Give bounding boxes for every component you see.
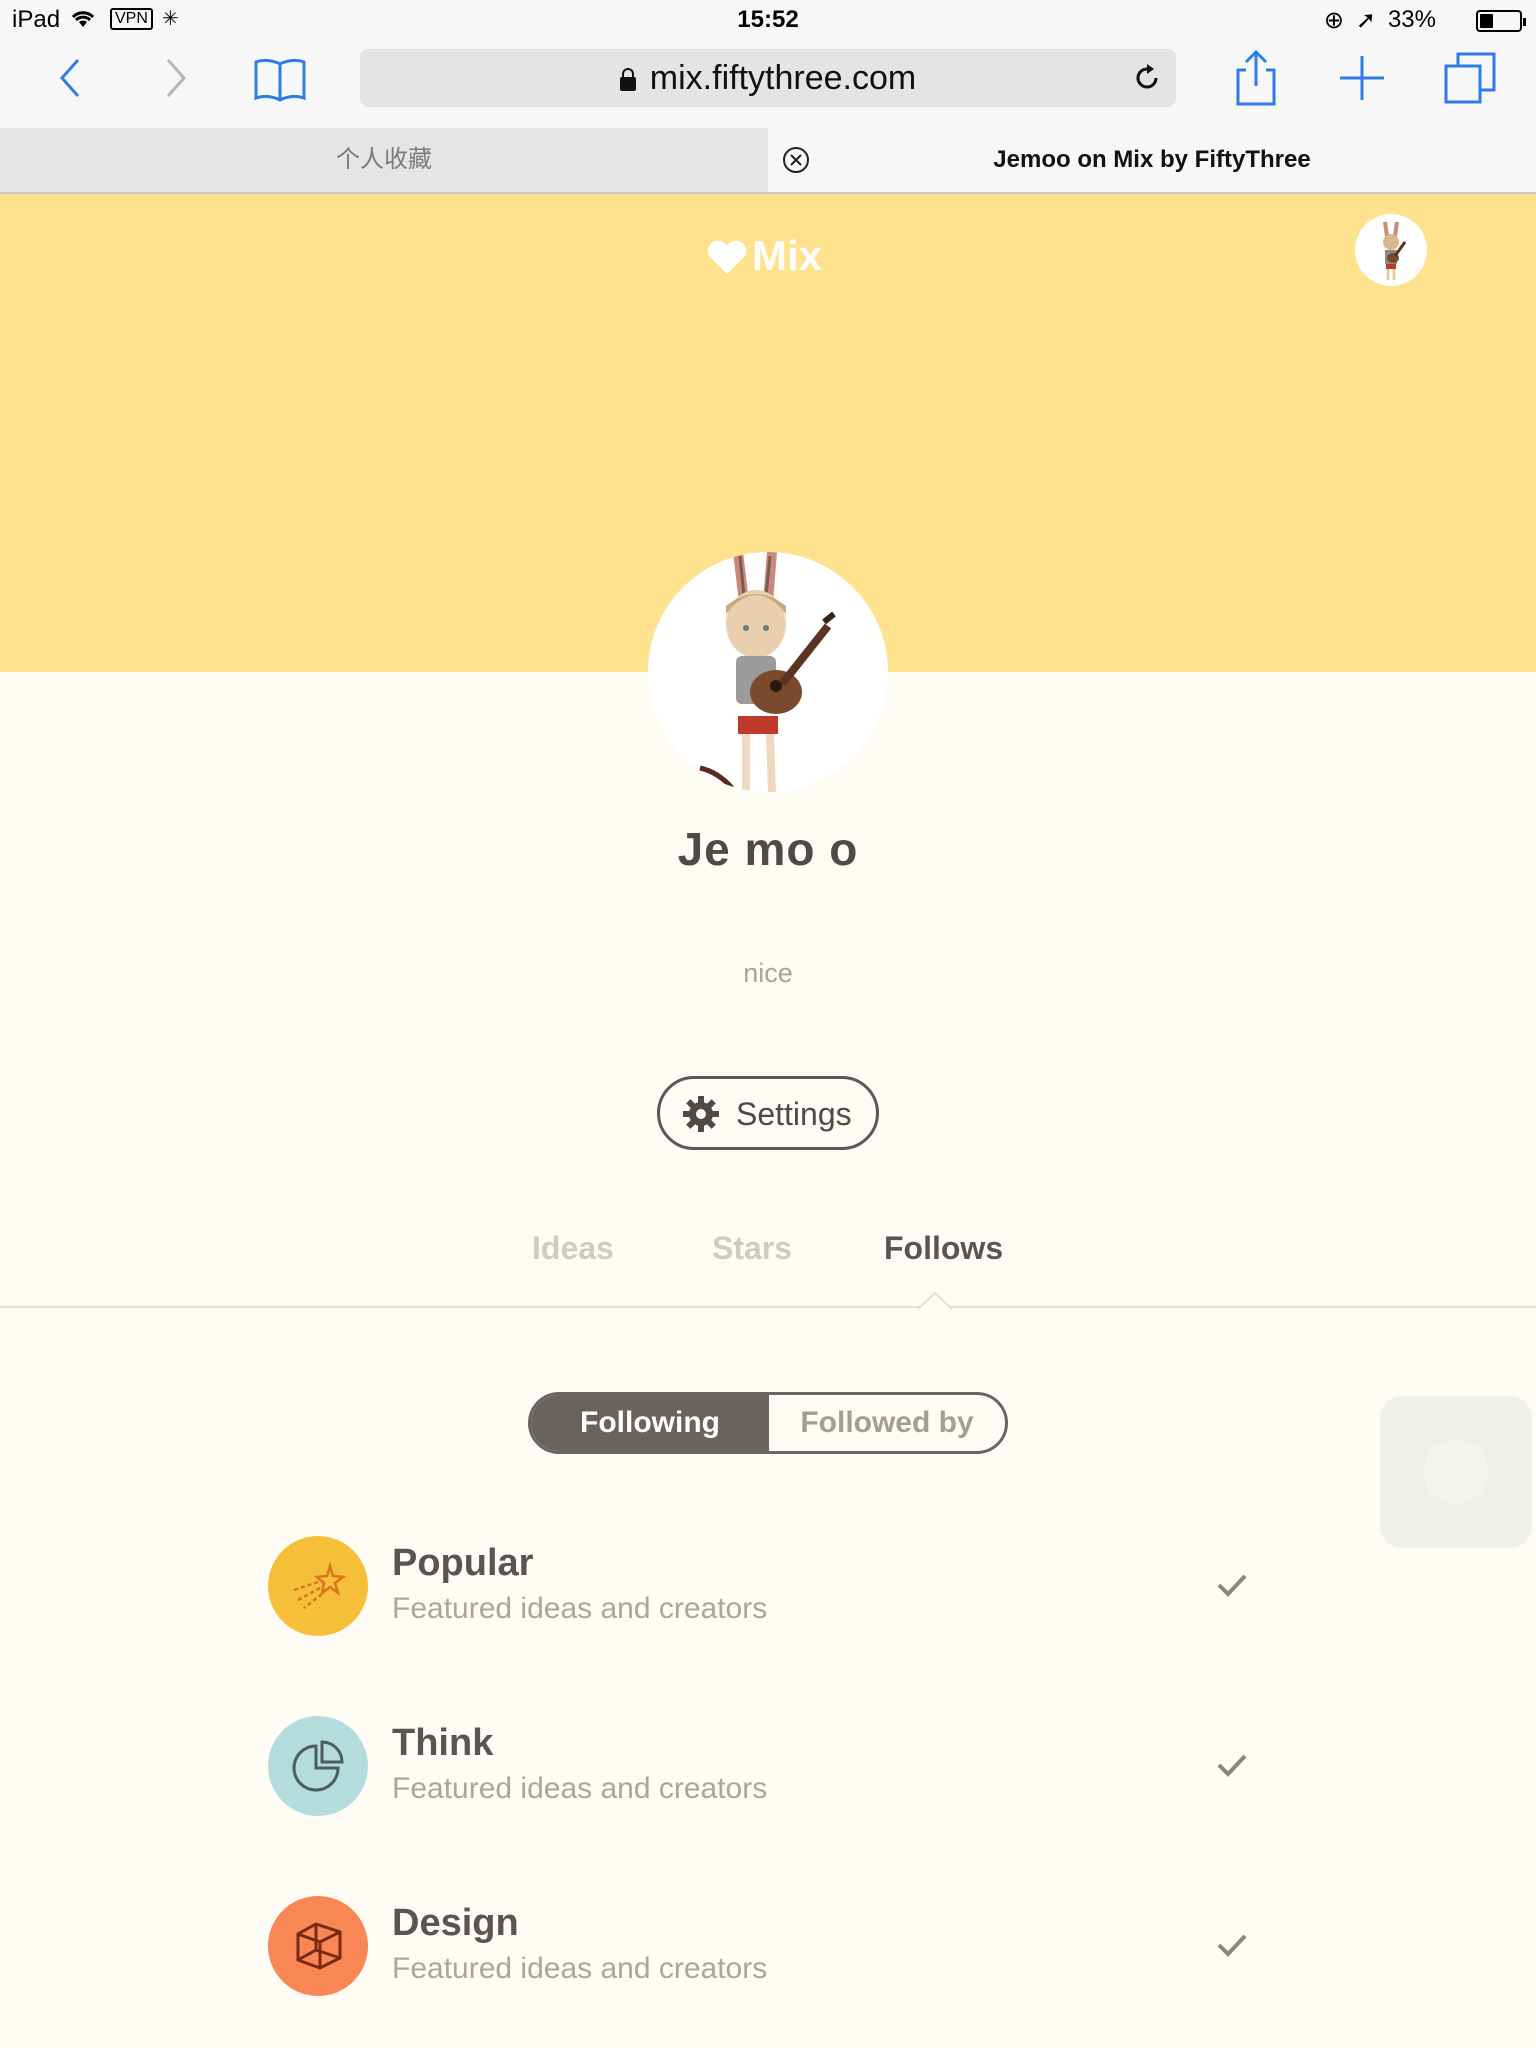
pie-chart-icon	[292, 1740, 344, 1792]
checkmark-icon[interactable]	[1216, 1572, 1248, 1598]
checkmark-icon[interactable]	[1216, 1752, 1248, 1778]
back-button[interactable]	[40, 48, 100, 108]
heart-icon	[707, 240, 747, 274]
rotation-lock-icon: ⊕	[1323, 7, 1344, 34]
battery-percent: 33%	[1387, 6, 1436, 33]
header-avatar[interactable]	[1355, 214, 1427, 286]
settings-button[interactable]: Settings	[657, 1076, 879, 1150]
floating-action-button[interactable]	[1380, 1396, 1532, 1548]
popular-channel-icon	[268, 1536, 368, 1636]
bookmarks-button[interactable]	[250, 48, 310, 108]
status-bar: iPad VPN ✳ 15:52 ⊕ ➚ 33%	[0, 0, 1536, 40]
list-item-title: Popular	[392, 1542, 534, 1584]
tab-stars[interactable]: Stars	[712, 1230, 792, 1267]
tab-jemoo[interactable]: Jemoo on Mix by FiftyThree	[768, 128, 1536, 192]
logo-text: Mix	[752, 232, 823, 279]
segment-followed-by[interactable]: Followed by	[769, 1395, 1005, 1451]
profile-name: Je mo o	[677, 823, 859, 875]
profile-avatar	[648, 552, 888, 792]
location-arrow-icon: ➚	[1355, 7, 1376, 34]
lock-icon	[619, 68, 636, 91]
list-item-title: Think	[392, 1722, 494, 1764]
list-item[interactable]: Popular Featured ideas and creators	[268, 1536, 1268, 1640]
chevron-left-icon	[59, 59, 80, 97]
reload-icon[interactable]	[1132, 63, 1162, 93]
profile-section-tabs: Ideas Stars Follows	[0, 1226, 1536, 1310]
tab-favorites[interactable]: 个人收藏	[0, 128, 768, 192]
browser-tab-bar: 个人收藏 Jemoo on Mix by FiftyThree	[0, 128, 1536, 194]
list-item-title: Design	[392, 1902, 519, 1944]
tabs-overview-button[interactable]	[1440, 48, 1500, 108]
close-tab-icon[interactable]	[782, 146, 810, 174]
avatar-illustration-icon	[1383, 221, 1407, 280]
follow-segmented-control: Following Followed by	[528, 1392, 1008, 1454]
plus-icon	[1340, 56, 1384, 100]
battery-icon	[1476, 10, 1526, 32]
cube-icon	[296, 1922, 342, 1970]
address-bar[interactable]: mix.fiftythree.com	[360, 49, 1176, 107]
gear-icon	[683, 1096, 719, 1132]
list-item[interactable]: Design Featured ideas and creators	[268, 1896, 1268, 2000]
tabs-icon	[1444, 52, 1496, 104]
list-item-subtitle: Featured ideas and creators	[392, 1772, 768, 1805]
tab-follows[interactable]: Follows	[884, 1230, 1003, 1267]
checkmark-icon[interactable]	[1216, 1932, 1248, 1958]
active-tab-caret-icon	[918, 1292, 952, 1310]
avatar-illustration-icon	[699, 552, 836, 792]
share-button[interactable]	[1226, 48, 1286, 108]
segment-following[interactable]: Following	[531, 1395, 769, 1451]
tab-ideas[interactable]: Ideas	[532, 1230, 614, 1267]
battery-fill	[1480, 14, 1493, 28]
list-item-subtitle: Featured ideas and creators	[392, 1952, 768, 1985]
url-text: mix.fiftythree.com	[649, 59, 917, 97]
share-icon	[1236, 49, 1276, 106]
shooting-star-icon	[293, 1561, 346, 1609]
new-tab-button[interactable]	[1332, 48, 1392, 108]
list-item-subtitle: Featured ideas and creators	[392, 1592, 768, 1625]
clock: 15:52	[737, 6, 799, 33]
forward-button[interactable]	[146, 48, 206, 108]
settings-label: Settings	[736, 1096, 852, 1132]
design-channel-icon	[268, 1896, 368, 1996]
think-channel-icon	[268, 1716, 368, 1816]
browser-toolbar: mix.fiftythree.com	[0, 40, 1536, 128]
chevron-right-icon	[166, 59, 187, 97]
app-root: iPad VPN ✳ 15:52 ⊕ ➚ 33% mix.fiftythree.…	[0, 0, 1536, 2048]
book-icon	[254, 58, 306, 102]
list-item[interactable]: Think Featured ideas and creators	[268, 1716, 1268, 1820]
profile-bio: nice	[743, 958, 793, 988]
